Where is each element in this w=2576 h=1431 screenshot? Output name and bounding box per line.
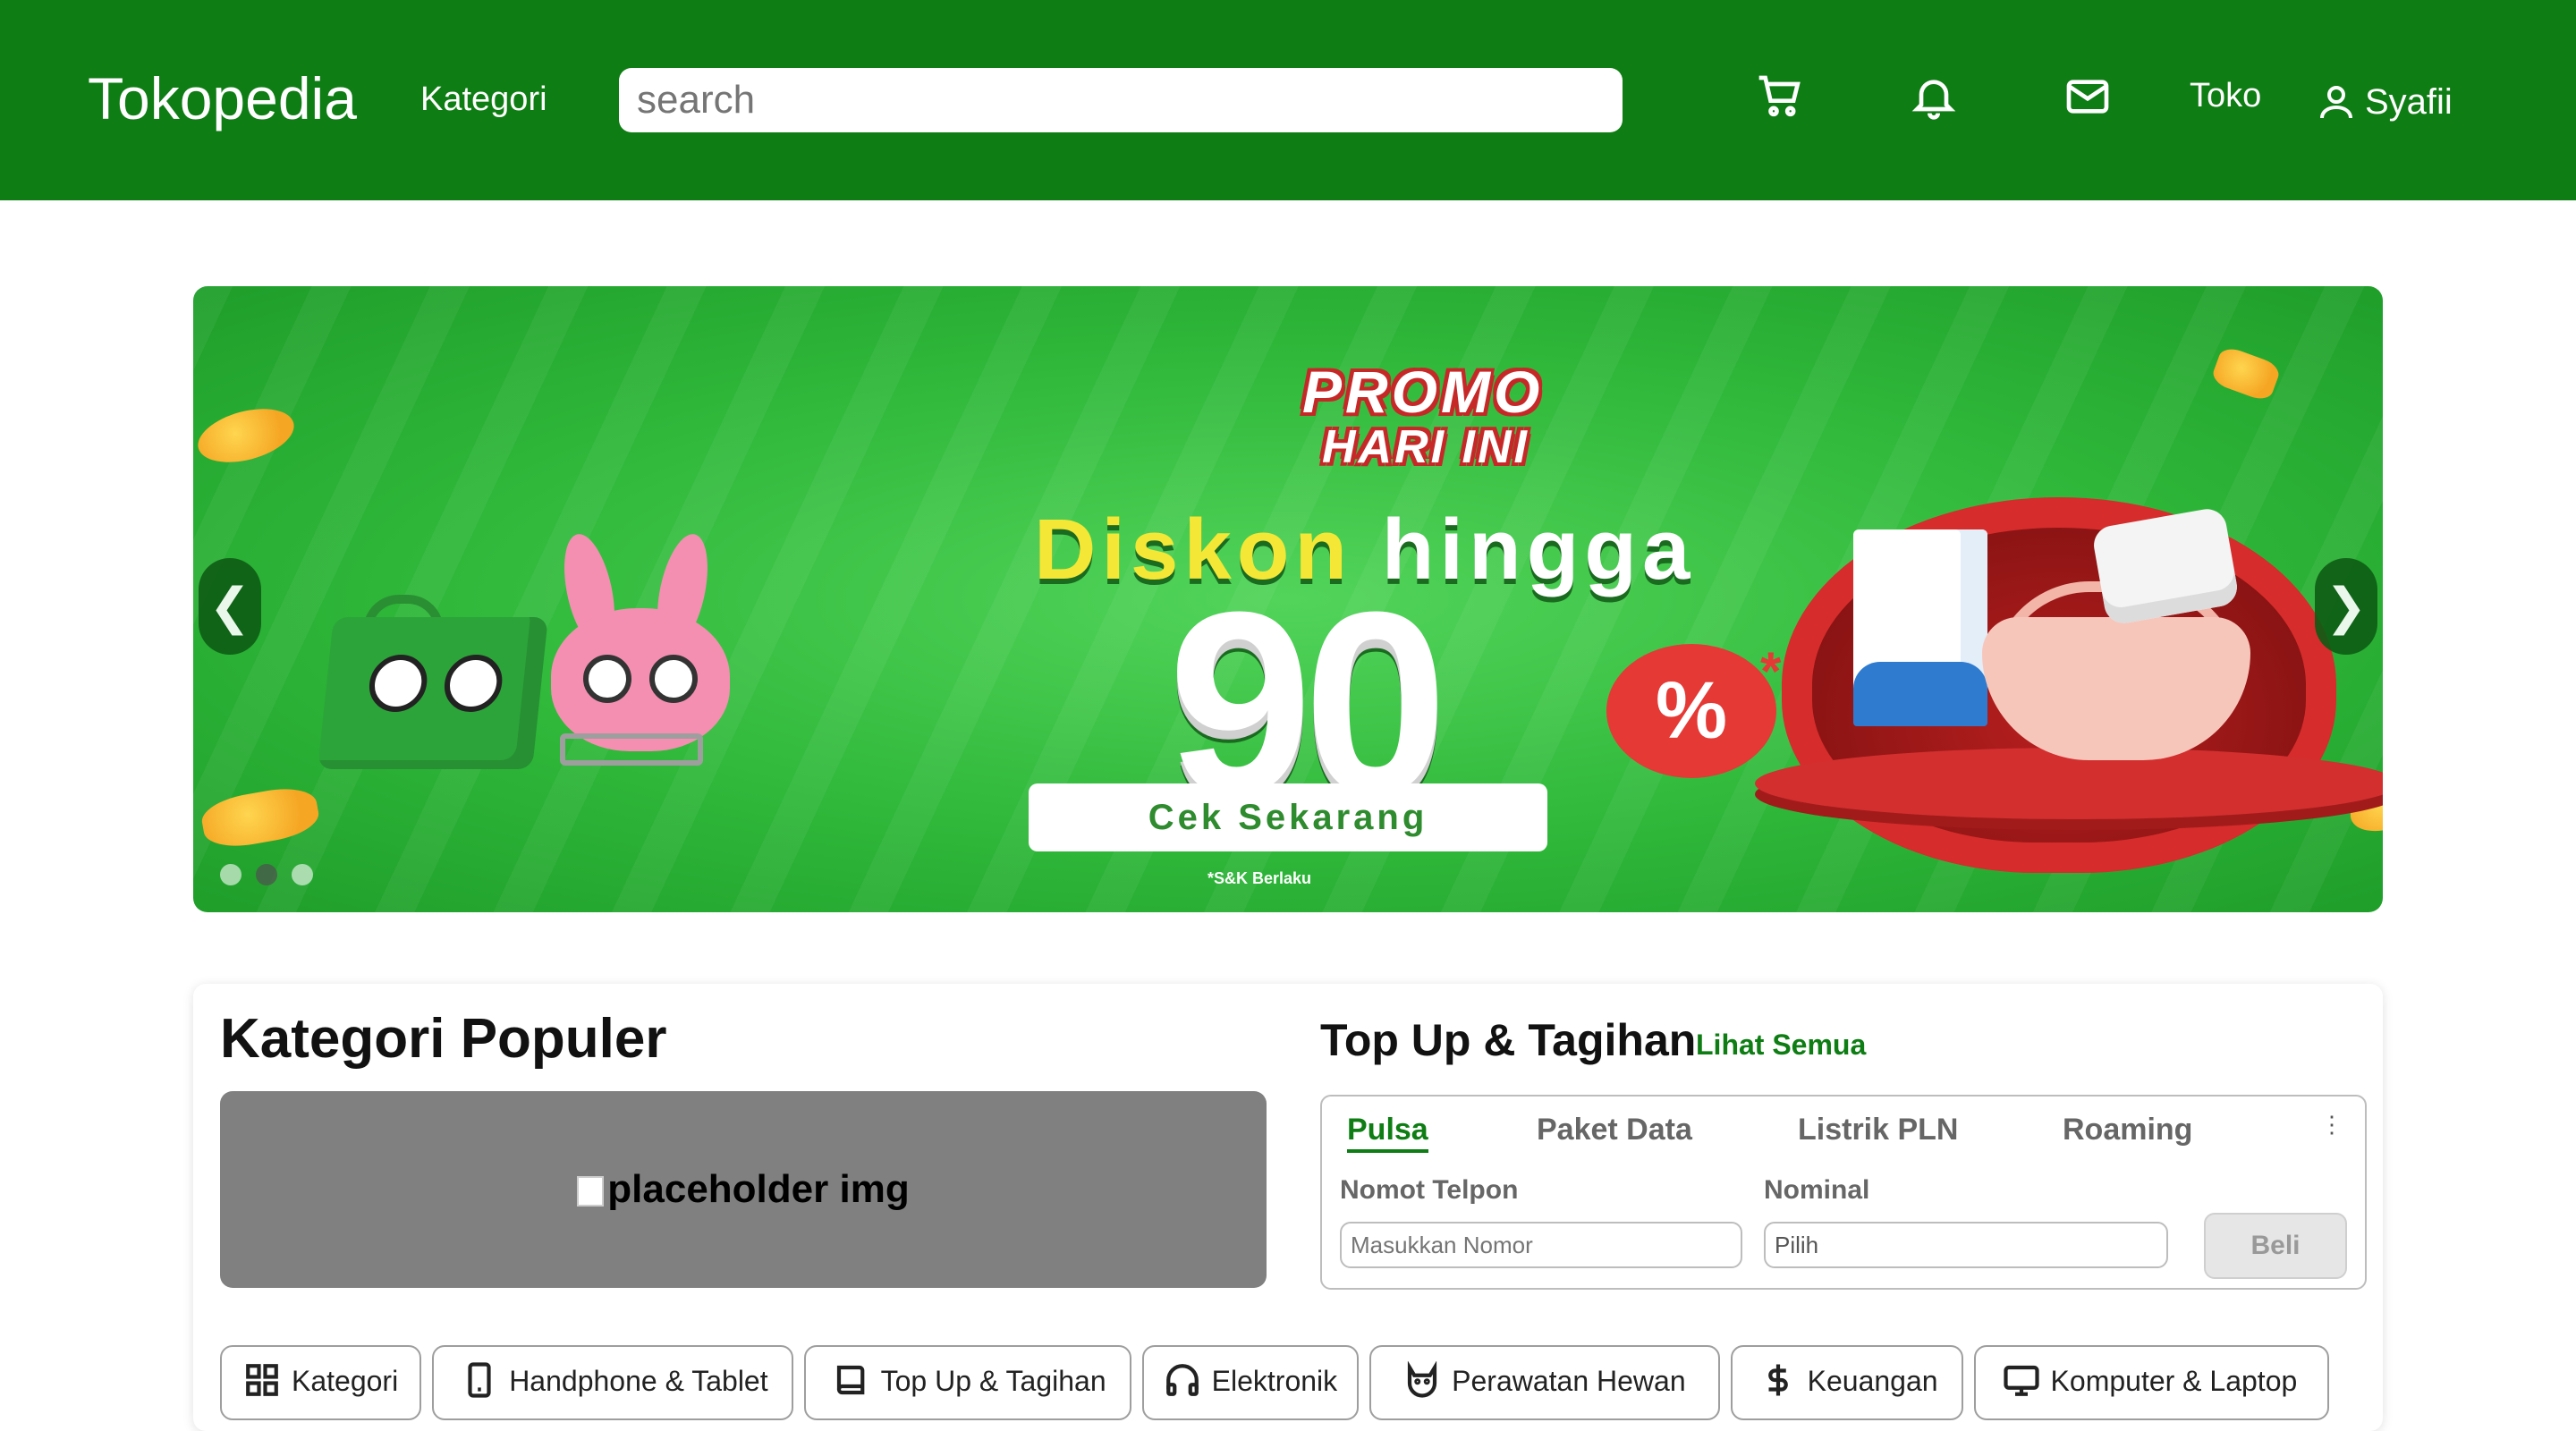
mascot-eye <box>366 655 430 712</box>
user-menu[interactable]: Syafii <box>2315 77 2453 127</box>
category-chip-label: Komputer & Laptop <box>2050 1365 2298 1397</box>
tab-roaming[interactable]: Roaming <box>2063 1113 2192 1147</box>
broken-image-icon <box>577 1176 605 1207</box>
category-chip[interactable]: Komputer & Laptop <box>1973 1345 2330 1420</box>
more-options-icon[interactable]: ⋮ <box>2320 1111 2343 1139</box>
category-chip-label: Handphone & Tablet <box>509 1365 768 1397</box>
nominal-select[interactable]: Pilih <box>1764 1222 2168 1268</box>
promo-subtitle: HARI INI <box>1322 421 1530 473</box>
dollar-icon <box>1767 1364 1788 1396</box>
category-chip[interactable]: Kategori <box>220 1345 422 1420</box>
nav-kategori-link[interactable]: Kategori <box>420 80 547 119</box>
phone-icon <box>468 1362 491 1398</box>
milk-carton-label <box>1853 662 1987 726</box>
kategori-populer-title: Kategori Populer <box>220 1008 667 1070</box>
category-chip-label: Elektronik <box>1211 1365 1338 1397</box>
kategori-image[interactable]: placeholder img <box>220 1091 1267 1288</box>
tab-listrik-pln[interactable]: Listrik PLN <box>1798 1113 1958 1147</box>
category-chip-label: Keuangan <box>1807 1365 1938 1397</box>
category-chip-label: Kategori <box>292 1365 399 1397</box>
carousel-prev-button[interactable]: ❮ <box>199 558 261 655</box>
promo-banner-carousel[interactable]: PROMO HARI INI Diskon hingga 90 % * Cek … <box>193 286 2383 912</box>
headphones-icon <box>1165 1364 1199 1396</box>
bell-icon[interactable] <box>1909 72 1959 122</box>
bag-mascot <box>318 617 548 769</box>
toko-link[interactable]: Toko <box>2190 77 2261 115</box>
category-chips: Kategori Handphone & Tablet Top Up & Tag… <box>220 1345 2330 1420</box>
category-chip-label: Top Up & Tagihan <box>880 1365 1106 1397</box>
mascot-eye <box>649 655 698 703</box>
mascot-eye <box>583 655 631 703</box>
logo[interactable]: Tokopedia <box>88 64 357 132</box>
category-chip[interactable]: Perawatan Hewan <box>1369 1345 1720 1420</box>
promo-title: PROMO <box>1302 359 1544 425</box>
mascot-eye <box>441 655 505 712</box>
user-name: Syafii <box>2365 81 2453 122</box>
carousel-dot[interactable] <box>220 864 242 885</box>
cart-toy <box>560 733 703 766</box>
tab-paket-data[interactable]: Paket Data <box>1537 1113 1692 1147</box>
category-chip-label: Perawatan Hewan <box>1452 1365 1686 1397</box>
tab-pulsa[interactable]: Pulsa <box>1347 1113 1428 1153</box>
category-chip[interactable]: Keuangan <box>1730 1345 1963 1420</box>
lihat-semua-link[interactable]: Lihat Semua <box>1696 1029 1866 1062</box>
carousel-next-button[interactable]: ❯ <box>2315 558 2377 655</box>
search-input[interactable] <box>619 68 1623 132</box>
category-chip[interactable]: Top Up & Tagihan <box>803 1345 1131 1420</box>
image-alt-label: placeholder img <box>607 1167 910 1211</box>
carousel-dot[interactable] <box>292 864 313 885</box>
carousel-dots <box>220 864 313 885</box>
terms-note: *S&K Berlaku <box>1208 869 1312 887</box>
category-topup-card: Kategori Populer placeholder img Top Up … <box>193 984 2383 1431</box>
cart-icon[interactable] <box>1755 72 1805 122</box>
podium <box>1755 748 2383 819</box>
grid-icon <box>246 1364 278 1396</box>
topup-title: Top Up & Tagihan <box>1320 1015 1697 1065</box>
asterisk-mark: * <box>1760 641 1782 701</box>
beli-button[interactable]: Beli <box>2204 1213 2347 1279</box>
cek-sekarang-button[interactable]: Cek Sekarang <box>1029 783 1547 851</box>
top-navbar: Tokopedia Kategori Toko Syafii <box>0 0 2576 200</box>
image-alt-text: placeholder img <box>577 1167 910 1212</box>
book-icon <box>836 1365 864 1395</box>
monitor-icon <box>2003 1365 2039 1396</box>
cat-icon <box>1408 1361 1437 1398</box>
user-icon <box>2320 86 2352 119</box>
phone-number-input[interactable] <box>1340 1222 1742 1268</box>
percent-badge: % <box>1606 644 1776 778</box>
category-chip[interactable]: Elektronik <box>1141 1345 1360 1420</box>
nominal-label: Nominal <box>1764 1175 1870 1205</box>
phone-label: Nomot Telpon <box>1340 1175 1519 1205</box>
topup-widget: Pulsa Paket Data Listrik PLN Roaming ⋮ N… <box>1320 1095 2367 1290</box>
bunny-mascot <box>551 608 730 751</box>
mail-icon[interactable] <box>2063 72 2113 122</box>
category-chip[interactable]: Handphone & Tablet <box>432 1345 793 1420</box>
carousel-dot[interactable] <box>256 864 277 885</box>
